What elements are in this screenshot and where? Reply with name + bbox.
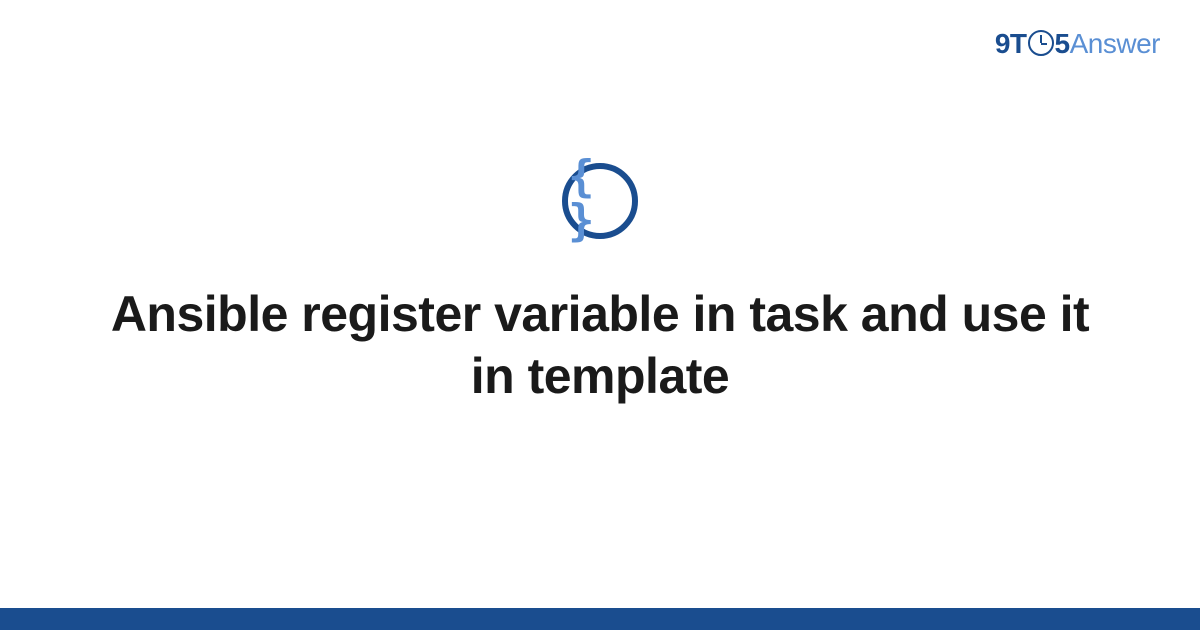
braces-icon: { } bbox=[568, 155, 632, 243]
footer-accent-bar bbox=[0, 608, 1200, 630]
page-title: Ansible register variable in task and us… bbox=[110, 283, 1090, 407]
main-content: { } Ansible register variable in task an… bbox=[0, 0, 1200, 630]
category-badge: { } bbox=[562, 163, 638, 239]
